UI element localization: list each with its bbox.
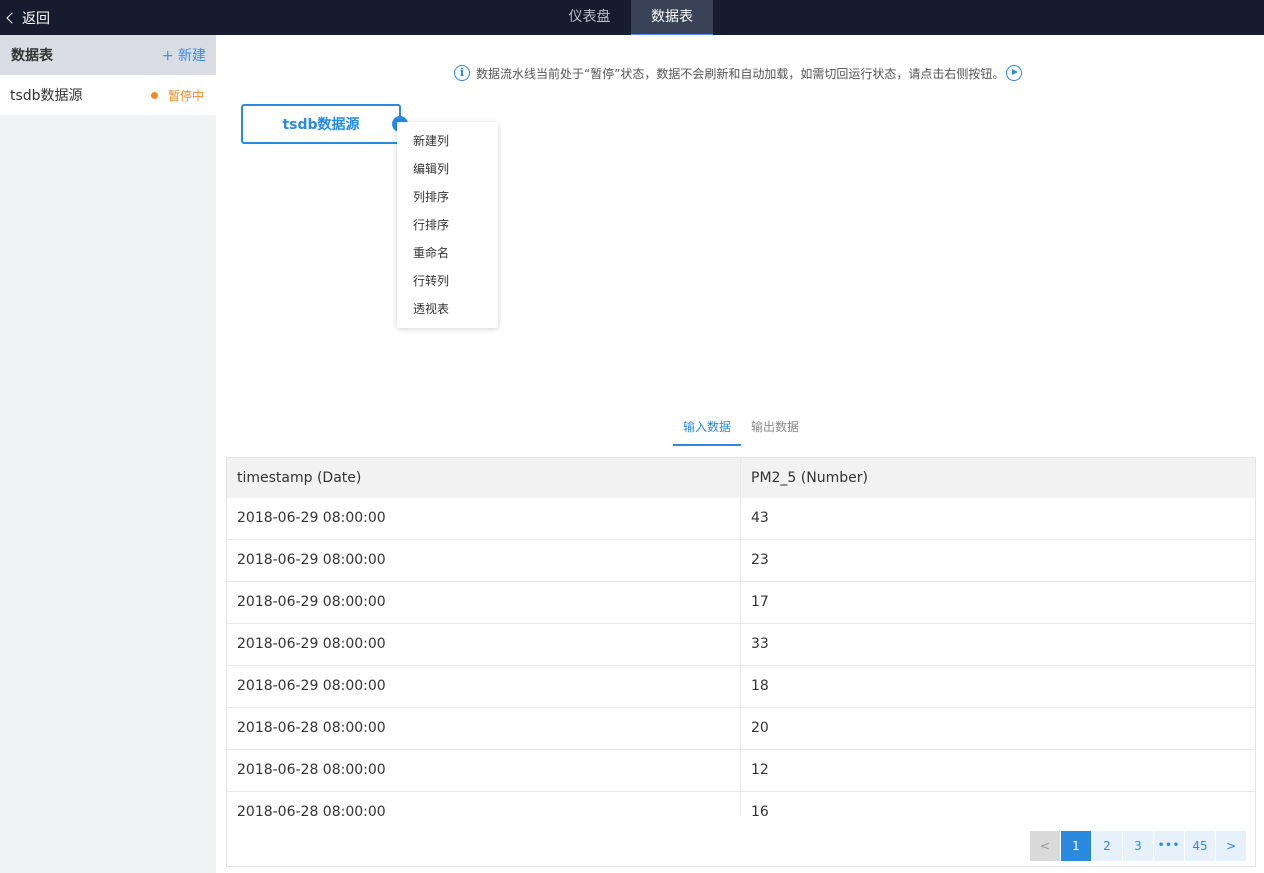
status-badge: 暂停中 bbox=[150, 87, 204, 104]
data-table: timestamp (Date) PM2_5 (Number) 2018-06-… bbox=[226, 457, 1256, 867]
node-context-menu: 新建列 编辑列 列排序 行排序 重命名 行转列 透视表 bbox=[397, 122, 498, 328]
table-row: 2018-06-29 08:00:00 43 bbox=[227, 498, 1255, 540]
chevron-left-icon bbox=[6, 11, 18, 24]
menu-item-rows-to-columns[interactable]: 行转列 bbox=[397, 267, 498, 295]
table-cell: 2018-06-28 08:00:00 bbox=[227, 750, 741, 791]
prev-page-button[interactable]: < bbox=[1030, 831, 1061, 861]
status-label: 暂停中 bbox=[167, 88, 204, 103]
table-row: 2018-06-28 08:00:00 20 bbox=[227, 708, 1255, 750]
table-cell: 43 bbox=[751, 510, 769, 526]
table-body[interactable]: 2018-06-29 08:00:00 43 2018-06-29 08:00:0… bbox=[227, 498, 1255, 816]
new-table-button[interactable]: + 新建 bbox=[162, 45, 206, 65]
table-row: 2018-06-29 08:00:00 18 bbox=[227, 666, 1255, 708]
table-cell: 16 bbox=[751, 804, 769, 816]
table-cell: 33 bbox=[751, 636, 769, 652]
menu-item-pivot-table[interactable]: 透视表 bbox=[397, 295, 498, 323]
table-cell: 23 bbox=[751, 552, 769, 568]
top-bar: 返回 仪表盘 数据表 bbox=[0, 0, 1264, 35]
menu-item-rename[interactable]: 重命名 bbox=[397, 239, 498, 267]
sidebar-header: 数据表 + 新建 bbox=[0, 35, 216, 75]
back-button[interactable]: 返回 bbox=[6, 0, 50, 35]
status-dot-icon bbox=[150, 91, 158, 99]
sidebar-item-label: tsdb数据源 bbox=[10, 88, 83, 104]
table-cell: 2018-06-29 08:00:00 bbox=[227, 624, 741, 665]
table-cell: 2018-06-29 08:00:00 bbox=[227, 540, 741, 581]
menu-item-sort-rows[interactable]: 行排序 bbox=[397, 211, 498, 239]
tab-output-data[interactable]: 输出数据 bbox=[741, 412, 809, 446]
table-row: 2018-06-29 08:00:00 23 bbox=[227, 540, 1255, 582]
table-cell: 20 bbox=[751, 720, 769, 736]
table-row: 2018-06-28 08:00:00 16 bbox=[227, 792, 1255, 816]
sidebar-title: 数据表 bbox=[11, 48, 53, 64]
table-cell: 2018-06-29 08:00:00 bbox=[227, 666, 741, 707]
table-cell: 18 bbox=[751, 678, 769, 694]
table-cell: 2018-06-28 08:00:00 bbox=[227, 708, 741, 749]
pagination: < 1 2 3 ••• 45 > bbox=[1030, 831, 1247, 861]
page-button-2[interactable]: 2 bbox=[1092, 831, 1123, 861]
notice-text: 数据流水线当前处于“暂停”状态，数据不会刷新和自动加载，如需切回运行状态，请点击… bbox=[476, 66, 1005, 81]
menu-item-new-column[interactable]: 新建列 bbox=[397, 127, 498, 155]
next-page-button[interactable]: > bbox=[1216, 831, 1247, 861]
tab-dashboard[interactable]: 仪表盘 bbox=[548, 0, 631, 35]
table-row: 2018-06-29 08:00:00 33 bbox=[227, 624, 1255, 666]
page-button-3[interactable]: 3 bbox=[1123, 831, 1154, 861]
menu-item-edit-column[interactable]: 编辑列 bbox=[397, 155, 498, 183]
column-header-pm25[interactable]: PM2_5 (Number) bbox=[741, 458, 868, 498]
tab-input-data[interactable]: 输入数据 bbox=[673, 412, 741, 446]
play-icon[interactable] bbox=[1006, 65, 1023, 81]
page-button-last[interactable]: 45 bbox=[1185, 831, 1216, 861]
table-row: 2018-06-28 08:00:00 12 bbox=[227, 750, 1255, 792]
table-row: 2018-06-29 08:00:00 17 bbox=[227, 582, 1255, 624]
table-header: timestamp (Date) PM2_5 (Number) bbox=[227, 458, 1255, 498]
page-button-1[interactable]: 1 bbox=[1061, 831, 1092, 861]
info-icon: i bbox=[454, 65, 470, 81]
table-cell: 2018-06-29 08:00:00 bbox=[227, 582, 741, 623]
table-cell: 12 bbox=[751, 762, 769, 778]
sidebar: 数据表 + 新建 tsdb数据源 暂停中 bbox=[0, 35, 216, 873]
sidebar-item-tsdb[interactable]: tsdb数据源 暂停中 bbox=[0, 75, 216, 115]
menu-item-sort-columns[interactable]: 列排序 bbox=[397, 183, 498, 211]
page-ellipsis-button[interactable]: ••• bbox=[1154, 831, 1185, 861]
pipeline-node[interactable]: tsdb数据源 bbox=[241, 104, 401, 144]
table-cell: 2018-06-29 08:00:00 bbox=[227, 498, 741, 539]
back-label: 返回 bbox=[22, 10, 50, 27]
tab-data-table[interactable]: 数据表 bbox=[631, 0, 713, 35]
table-cell: 2018-06-28 08:00:00 bbox=[227, 792, 741, 816]
table-cell: 17 bbox=[751, 594, 769, 610]
column-header-timestamp[interactable]: timestamp (Date) bbox=[227, 458, 741, 498]
pipeline-notice: i 数据流水线当前处于“暂停”状态，数据不会刷新和自动加载，如需切回运行状态，请… bbox=[454, 64, 1023, 82]
